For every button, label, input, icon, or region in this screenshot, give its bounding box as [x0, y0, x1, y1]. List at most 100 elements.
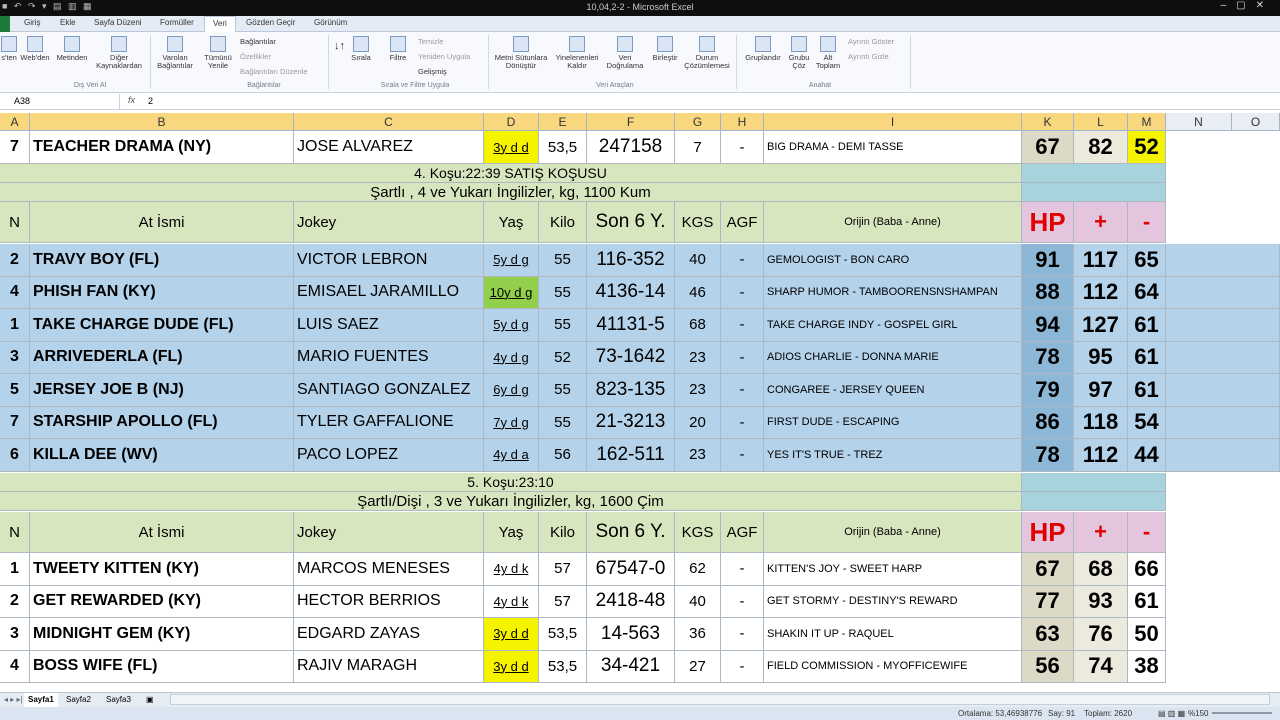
race-title[interactable]: 5. Koşu:23:10	[0, 473, 1022, 492]
highlighted-empty-cell[interactable]	[1166, 439, 1280, 472]
cell-jockey[interactable]: MARIO FUENTES	[294, 341, 484, 374]
cell-minus[interactable]: 54	[1128, 406, 1166, 439]
tab-page-layout[interactable]: Sayfa Düzeni	[94, 18, 142, 27]
header-name[interactable]: At İsmi	[30, 512, 294, 553]
header-agf[interactable]: AGF	[721, 512, 764, 553]
header-jockey[interactable]: Jokey	[294, 202, 484, 243]
cell-kilo[interactable]: 55	[539, 276, 587, 309]
highlighted-empty-cell[interactable]	[1166, 309, 1280, 342]
tab-review[interactable]: Gözden Geçir	[246, 18, 295, 27]
cell-agf[interactable]: -	[721, 244, 764, 277]
sheet-nav-icon[interactable]: ◂ ▸ ▸|	[4, 695, 23, 704]
cell-agf[interactable]: -	[721, 131, 764, 164]
cell-origin[interactable]: ADIOS CHARLIE - DONNA MARIE	[764, 341, 1022, 374]
cell-age[interactable]: 4y d a	[484, 439, 539, 472]
hide-detail-button[interactable]: Ayrıntı Gizle	[848, 52, 889, 61]
cell-age[interactable]: 4y d k	[484, 553, 539, 586]
cell-agf[interactable]: -	[721, 374, 764, 407]
horizontal-scrollbar[interactable]	[170, 694, 1270, 705]
advanced-filter-button[interactable]: Gelişmiş	[418, 67, 447, 76]
cell-hp[interactable]: 78	[1022, 439, 1074, 472]
column-header-i[interactable]: I	[764, 113, 1022, 131]
header-n[interactable]: N	[0, 202, 30, 243]
ungroup-button[interactable]: Grubu Çöz	[786, 36, 812, 70]
cell-name[interactable]: MIDNIGHT GEM (KY)	[30, 618, 294, 651]
cell-hp[interactable]: 77	[1022, 585, 1074, 618]
cell-kilo[interactable]: 55	[539, 406, 587, 439]
cell-agf[interactable]: -	[721, 276, 764, 309]
cell-hp[interactable]: 78	[1022, 341, 1074, 374]
cell-origin[interactable]: YES IT'S TRUE - TREZ	[764, 439, 1022, 472]
reapply-button[interactable]: Yeniden Uygula	[418, 52, 470, 61]
cell-minus[interactable]: 61	[1128, 341, 1166, 374]
cell-minus[interactable]: 38	[1128, 650, 1166, 683]
cell-plus[interactable]: 97	[1074, 374, 1128, 407]
zoom-level[interactable]: %150	[1188, 709, 1208, 718]
cell-age[interactable]: 5y d g	[484, 244, 539, 277]
cell-origin[interactable]: SHAKIN IT UP - RAQUEL	[764, 618, 1022, 651]
file-tab[interactable]	[0, 16, 10, 32]
cell-last6[interactable]: 34-421	[587, 650, 675, 683]
cell-no[interactable]: 2	[0, 244, 30, 277]
show-detail-button[interactable]: Ayrıntı Göster	[848, 37, 894, 46]
cell-kgs[interactable]: 23	[675, 439, 721, 472]
cell-last6[interactable]: 2418-48	[587, 585, 675, 618]
teal-header-cell[interactable]	[1022, 492, 1166, 511]
highlighted-empty-cell[interactable]	[1166, 244, 1280, 277]
cell-name[interactable]: STARSHIP APOLLO (FL)	[30, 406, 294, 439]
cell-age[interactable]: 4y d g	[484, 341, 539, 374]
cell-plus[interactable]: 76	[1074, 618, 1128, 651]
cell-jockey[interactable]: EDGARD ZAYAS	[294, 618, 484, 651]
cell-origin[interactable]: FIELD COMMISSION - MYOFFICEWIFE	[764, 650, 1022, 683]
cell-minus[interactable]: 64	[1128, 276, 1166, 309]
cell-name[interactable]: TAKE CHARGE DUDE (FL)	[30, 309, 294, 342]
cell-origin[interactable]: KITTEN'S JOY - SWEET HARP	[764, 553, 1022, 586]
tab-data[interactable]: Veri	[204, 16, 236, 32]
sort-button[interactable]: Sırala	[348, 36, 374, 62]
cell-last6[interactable]: 823-135	[587, 374, 675, 407]
race-conditions[interactable]: Şartlı , 4 ve Yukarı İngilizler, kg, 110…	[0, 183, 1022, 202]
sheet-tab-3[interactable]: Sayfa3	[106, 695, 131, 704]
race-title[interactable]: 4. Koşu:22:39 SATIŞ KOŞUSU	[0, 164, 1022, 183]
cell-jockey[interactable]: LUIS SAEZ	[294, 309, 484, 342]
cell-age[interactable]: 3y d d	[484, 618, 539, 651]
highlighted-empty-cell[interactable]	[1166, 374, 1280, 407]
cell-origin[interactable]: GEMOLOGIST - BON CARO	[764, 244, 1022, 277]
cell-hp[interactable]: 67	[1022, 553, 1074, 586]
window-controls[interactable]: –▢✕	[1221, 0, 1274, 11]
cell-plus[interactable]: 93	[1074, 585, 1128, 618]
cell-last6[interactable]: 116-352	[587, 244, 675, 277]
cell-hp[interactable]: 86	[1022, 406, 1074, 439]
header-hp[interactable]: HP	[1022, 202, 1074, 243]
cell-kgs[interactable]: 27	[675, 650, 721, 683]
cell-jockey[interactable]: JOSE ALVAREZ	[294, 131, 484, 164]
cell-hp[interactable]: 88	[1022, 276, 1074, 309]
header-jockey[interactable]: Jokey	[294, 512, 484, 553]
cell-hp[interactable]: 63	[1022, 618, 1074, 651]
what-if-analysis-button[interactable]: Durum Çözümlemesi	[682, 36, 732, 70]
cell-name[interactable]: BOSS WIFE (FL)	[30, 650, 294, 683]
from-web-button[interactable]: Web'den	[18, 36, 52, 62]
cell-no[interactable]: 1	[0, 553, 30, 586]
cell-last6[interactable]: 247158	[587, 131, 675, 164]
cell-age[interactable]: 4y d k	[484, 585, 539, 618]
cell-agf[interactable]: -	[721, 650, 764, 683]
clear-filter-button[interactable]: Temizle	[418, 37, 443, 46]
cell-no[interactable]: 5	[0, 374, 30, 407]
cell-kgs[interactable]: 40	[675, 585, 721, 618]
column-header-d[interactable]: D	[484, 113, 539, 131]
zoom-slider[interactable]	[1212, 712, 1272, 714]
cell-no[interactable]: 3	[0, 618, 30, 651]
new-sheet-icon[interactable]: ▣	[146, 695, 154, 704]
cell-jockey[interactable]: RAJIV MARAGH	[294, 650, 484, 683]
cell-kilo[interactable]: 55	[539, 374, 587, 407]
cell-plus[interactable]: 68	[1074, 553, 1128, 586]
cell-no[interactable]: 1	[0, 309, 30, 342]
cell-minus[interactable]: 52	[1128, 131, 1166, 164]
cell-name[interactable]: TWEETY KITTEN (KY)	[30, 553, 294, 586]
tab-home[interactable]: Giriş	[24, 18, 40, 27]
refresh-all-button[interactable]: Tümünü Yenile	[200, 36, 236, 70]
header-plus[interactable]: +	[1074, 202, 1128, 243]
cell-plus[interactable]: 95	[1074, 341, 1128, 374]
cell-no[interactable]: 6	[0, 439, 30, 472]
